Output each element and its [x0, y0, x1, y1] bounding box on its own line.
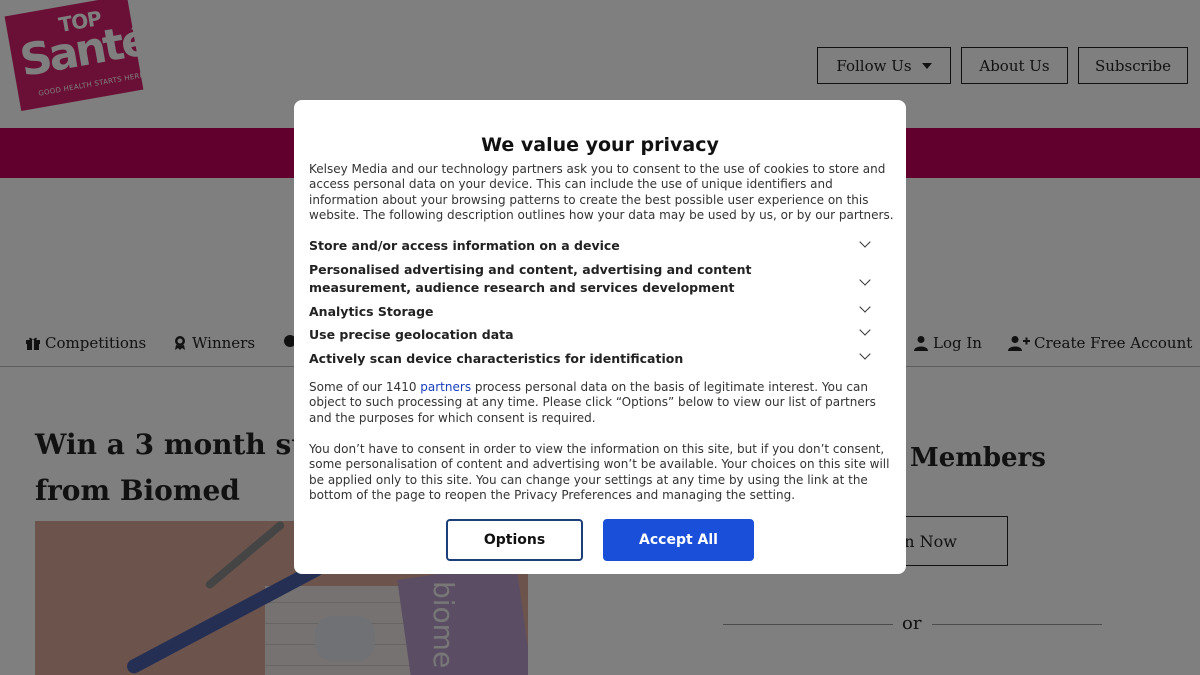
- purpose-label: Analytics Storage: [309, 304, 434, 319]
- purpose-label: Actively scan device characteristics for…: [309, 351, 684, 366]
- legit-text-before: Some of our 1410: [309, 380, 421, 394]
- chevron-down-icon[interactable]: [859, 324, 871, 336]
- purpose-item[interactable]: Store and/or access information on a dev…: [309, 236, 889, 255]
- partners-link[interactable]: partners: [420, 380, 471, 394]
- legitimate-interest-text: Some of our 1410 partners process person…: [309, 380, 894, 426]
- purpose-item[interactable]: Actively scan device characteristics for…: [309, 348, 889, 368]
- no-consent-text: You don’t have to consent in order to vi…: [309, 442, 890, 502]
- purpose-item[interactable]: Personalised advertising and content, ad…: [309, 261, 889, 296]
- chevron-down-icon[interactable]: [859, 236, 871, 248]
- privacy-consent-dialog: We value your privacy Kelsey Media and o…: [294, 100, 906, 574]
- dialog-title: We value your privacy: [481, 134, 719, 156]
- chevron-down-icon[interactable]: [859, 274, 871, 286]
- accept-all-button[interactable]: Accept All: [603, 519, 754, 561]
- purpose-label: Personalised advertising and content, ad…: [309, 262, 752, 295]
- chevron-down-icon[interactable]: [859, 301, 871, 313]
- purpose-label: Use precise geolocation data: [309, 327, 514, 342]
- purpose-item[interactable]: Analytics Storage: [309, 301, 889, 321]
- dialog-intro: Kelsey Media and our technology partners…: [309, 162, 894, 222]
- purpose-label: Store and/or access information on a dev…: [309, 238, 620, 253]
- purpose-item[interactable]: Use precise geolocation data: [309, 324, 889, 344]
- options-button[interactable]: Options: [446, 519, 583, 561]
- chevron-down-icon[interactable]: [859, 348, 871, 360]
